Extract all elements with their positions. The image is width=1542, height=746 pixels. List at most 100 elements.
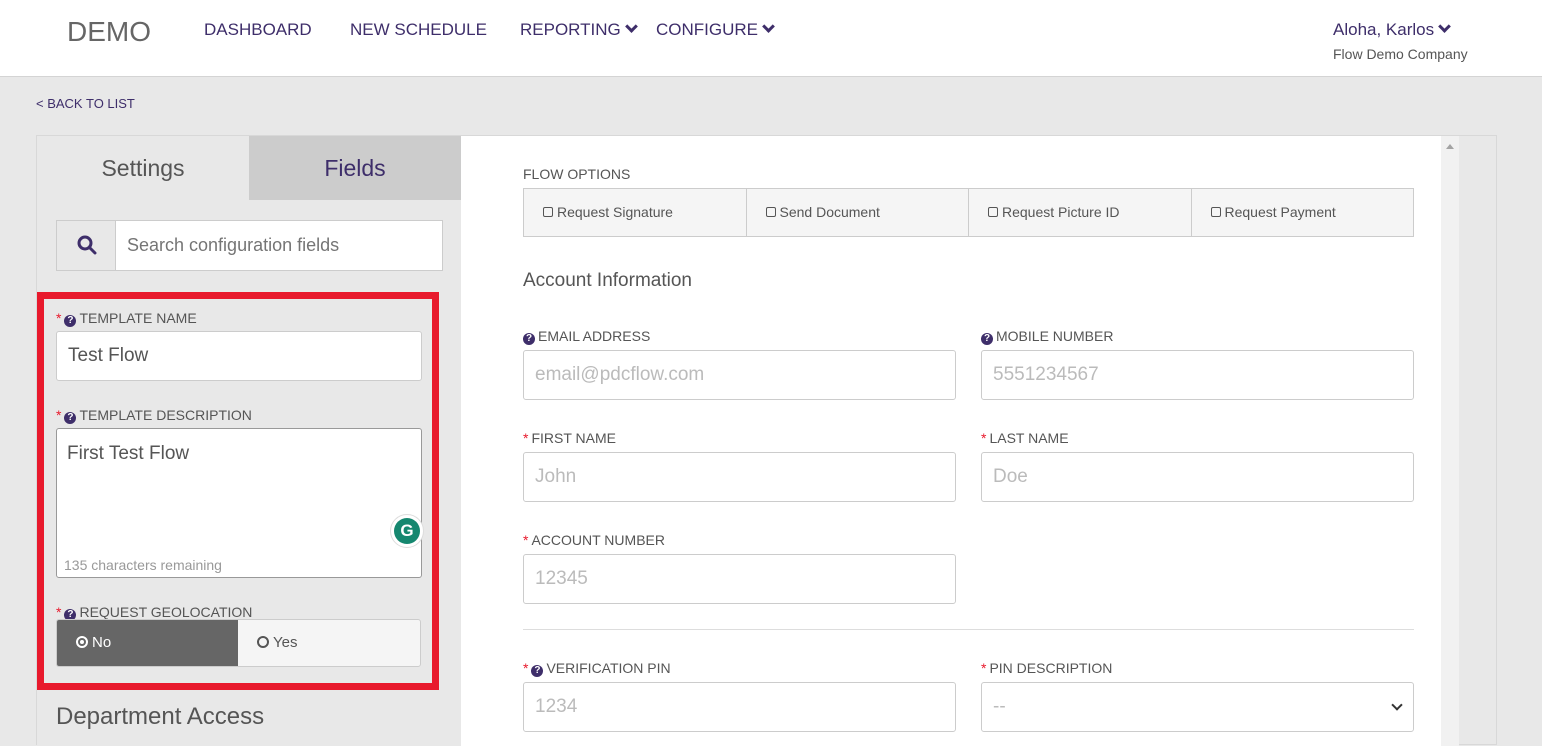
geolocation-yes-option[interactable]: Yes <box>238 620 420 666</box>
first-name-field[interactable]: John <box>523 452 956 502</box>
label-text: PIN DESCRIPTION <box>989 660 1113 676</box>
label-text: TEMPLATE NAME <box>79 310 197 326</box>
checkbox-icon <box>988 207 998 217</box>
tab-fields[interactable]: Fields <box>249 136 461 200</box>
checkbox-icon <box>765 207 776 217</box>
nav-label: REPORTING <box>520 20 621 39</box>
characters-remaining: 135 characters remaining <box>64 557 222 573</box>
option-label: Request Payment <box>1224 204 1336 220</box>
tab-settings[interactable]: Settings <box>37 136 249 200</box>
search-icon <box>77 235 97 255</box>
user-menu[interactable]: Aloha, Karlos <box>1333 20 1451 40</box>
sidebar: Settings Fields *?TEMPLATE NAME Test Flo… <box>37 136 461 746</box>
option-request-signature[interactable]: Request Signature <box>524 189 747 236</box>
last-name-label: * LAST NAME <box>981 430 1069 446</box>
scrollbar[interactable] <box>1441 136 1459 746</box>
top-nav-bar: DEMO DASHBOARD NEW SCHEDULE REPORTING CO… <box>0 0 1542 77</box>
section-title: Account Information <box>523 270 692 291</box>
label-text: TEMPLATE DESCRIPTION <box>79 407 252 423</box>
help-icon[interactable]: ? <box>531 665 544 677</box>
logo: DEMO <box>67 16 151 47</box>
option-label: Send Document <box>779 204 880 220</box>
option-label: Request Picture ID <box>1002 204 1120 220</box>
template-name-input[interactable]: Test Flow <box>56 331 422 381</box>
verification-pin-label: *? VERIFICATION PIN <box>523 660 671 677</box>
required-mark: * <box>56 407 62 423</box>
email-field[interactable]: email@pdcflow.com <box>523 350 956 400</box>
scroll-up-icon[interactable] <box>1446 144 1454 149</box>
user-name: Aloha, Karlos <box>1333 20 1435 39</box>
department-access-heading: Department Access <box>56 703 265 730</box>
option-label: No <box>92 634 112 651</box>
last-name-field[interactable]: Doe <box>981 452 1414 502</box>
flow-options-label: FLOW OPTIONS <box>523 166 631 182</box>
pin-description-label: * PIN DESCRIPTION <box>981 660 1112 676</box>
required-mark: * <box>523 430 529 446</box>
option-request-picture-id[interactable]: Request Picture ID <box>969 189 1192 236</box>
required-mark: * <box>523 660 529 676</box>
checkbox-icon <box>1210 207 1221 217</box>
main-form: FLOW OPTIONS Request Signature Send Docu… <box>461 136 1441 746</box>
required-mark: * <box>981 660 987 676</box>
editor-panel: Settings Fields *?TEMPLATE NAME Test Flo… <box>36 135 1497 746</box>
divider <box>523 629 1414 630</box>
chevron-down-icon <box>1438 20 1451 33</box>
select-value: -- <box>993 696 1006 717</box>
label-text: VERIFICATION PIN <box>546 660 671 676</box>
label-text: FIRST NAME <box>531 430 616 446</box>
account-number-label: * ACCOUNT NUMBER <box>523 532 665 548</box>
search-input[interactable] <box>117 221 442 270</box>
mobile-field[interactable]: 5551234567 <box>981 350 1414 400</box>
option-label: Yes <box>273 634 298 651</box>
first-name-label: * FIRST NAME <box>523 430 616 446</box>
help-icon[interactable]: ? <box>523 333 535 345</box>
verification-pin-field[interactable]: 1234 <box>523 682 956 732</box>
template-name-label: *? TEMPLATE NAME <box>56 310 197 327</box>
required-mark: * <box>523 532 529 548</box>
help-icon[interactable]: ? <box>64 412 77 424</box>
template-description-textarea[interactable]: First Test Flow 135 characters remaining… <box>56 428 424 578</box>
pin-description-select[interactable]: -- <box>981 682 1414 732</box>
grammarly-icon[interactable]: G <box>390 514 424 548</box>
nav-configure[interactable]: CONFIGURE <box>656 20 775 40</box>
flow-options: Request Signature Send Document Request … <box>523 188 1414 237</box>
required-mark: * <box>56 604 62 620</box>
chevron-down-icon <box>1391 699 1403 711</box>
back-to-list-link[interactable]: < BACK TO LIST <box>36 96 135 111</box>
template-description-label: *? TEMPLATE DESCRIPTION <box>56 407 252 424</box>
label-text: REQUEST GEOLOCATION <box>79 604 253 620</box>
help-icon[interactable]: ? <box>981 333 993 345</box>
help-icon[interactable]: ? <box>64 315 77 327</box>
search-box <box>56 220 443 271</box>
chevron-down-icon <box>624 20 638 33</box>
option-request-payment[interactable]: Request Payment <box>1192 189 1414 236</box>
nav-label: NEW SCHEDULE <box>350 20 487 39</box>
mobile-label: ? MOBILE NUMBER <box>981 328 1113 345</box>
radio-icon <box>257 636 269 648</box>
option-label: Request Signature <box>557 204 673 220</box>
required-mark: * <box>56 310 62 326</box>
nav-label: DASHBOARD <box>204 20 312 39</box>
label-text: ACCOUNT NUMBER <box>531 532 665 548</box>
option-send-document[interactable]: Send Document <box>747 189 969 236</box>
radio-selected-icon <box>76 636 88 648</box>
account-number-field[interactable]: 12345 <box>523 554 956 604</box>
geolocation-toggle: No Yes <box>56 619 421 667</box>
nav-reporting[interactable]: REPORTING <box>520 20 638 40</box>
nav-new-schedule[interactable]: NEW SCHEDULE <box>350 20 487 40</box>
nav-label: CONFIGURE <box>656 20 758 39</box>
grammarly-letter: G <box>394 518 420 544</box>
required-mark: * <box>981 430 987 446</box>
highlight-box: *? TEMPLATE NAME Test Flow *? TEMPLATE DES… <box>37 292 439 690</box>
label-text: MOBILE NUMBER <box>996 328 1114 344</box>
checkbox-icon <box>543 207 553 217</box>
email-label: ? EMAIL ADDRESS <box>523 328 650 345</box>
description-value: First Test Flow <box>67 443 190 464</box>
label-text: LAST NAME <box>989 430 1069 446</box>
chevron-down-icon <box>762 20 775 33</box>
nav-dashboard[interactable]: DASHBOARD <box>204 20 312 40</box>
company-name: Flow Demo Company <box>1333 46 1468 62</box>
label-text: EMAIL ADDRESS <box>538 328 651 344</box>
geolocation-no-option[interactable]: No <box>57 620 238 666</box>
search-button[interactable] <box>57 221 116 270</box>
